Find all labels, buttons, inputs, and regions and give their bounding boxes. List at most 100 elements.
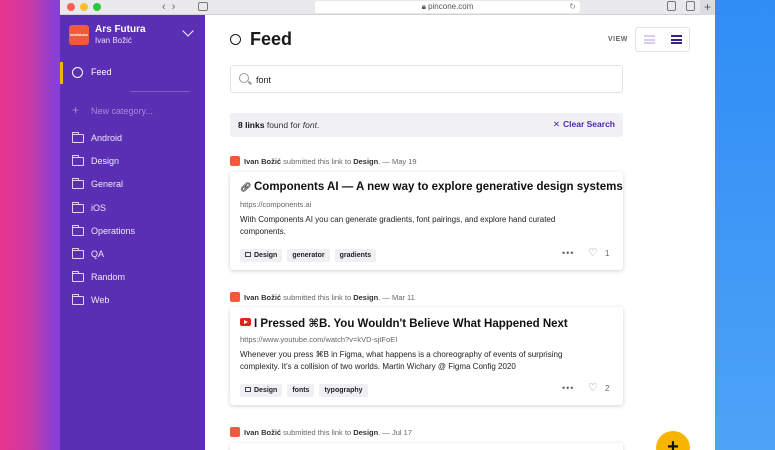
tag[interactable]: fonts [287, 384, 315, 397]
address-bar[interactable]: 🔒︎ pincone.com ↻ [315, 1, 580, 13]
browser-nav: ‹ › [162, 1, 175, 13]
card-tags: Design generator gradients [240, 249, 377, 262]
sidebar-item-web[interactable]: Web [60, 294, 205, 317]
minimize-window-button[interactable] [80, 3, 88, 11]
post-category[interactable]: Design [353, 428, 378, 437]
sidebar-toggle-icon[interactable] [198, 2, 208, 11]
tag[interactable]: generator [287, 249, 330, 262]
heart-icon[interactable]: ♡ [588, 246, 598, 259]
tag-category[interactable]: Design [240, 249, 283, 262]
results-middle-text: found for [264, 120, 303, 130]
close-window-button[interactable] [67, 3, 75, 11]
maximize-window-button[interactable] [93, 3, 101, 11]
post-category[interactable]: Design [353, 157, 378, 166]
search-field[interactable] [230, 65, 623, 93]
workspace-switcher[interactable]: arsfutura Ars Futura Ivan Božić [60, 15, 205, 55]
more-options-icon[interactable]: ••• [562, 383, 574, 393]
post-author[interactable]: Ivan Božić [244, 157, 281, 166]
new-tab-button[interactable]: + [700, 0, 715, 15]
reload-icon[interactable]: ↻ [569, 1, 576, 13]
add-link-button[interactable]: + [656, 431, 690, 450]
view-toggle [635, 27, 690, 52]
search-input[interactable] [256, 71, 606, 88]
folder-icon [72, 178, 84, 190]
results-count: 8 links [238, 120, 265, 130]
post-meta: Ivan Božić submitted this link to Design… [230, 427, 412, 437]
sidebar-item-qa[interactable]: QA [60, 247, 205, 271]
sidebar-item-label: Random [91, 272, 126, 283]
clear-search-button[interactable]: ✕ Clear Search [553, 119, 615, 130]
list-view-icon [670, 35, 682, 44]
grid-view-button[interactable] [636, 28, 663, 51]
folder-icon [72, 132, 84, 143]
avatar [230, 156, 240, 166]
folder-icon [72, 294, 84, 306]
tag[interactable]: typography [319, 384, 368, 397]
sidebar-item-label: QA [91, 248, 105, 259]
post-meta: Ivan Božić submitted this link to Design… [230, 292, 415, 302]
back-icon[interactable]: ‹ [162, 1, 166, 13]
close-icon: ✕ [552, 119, 561, 129]
share-icon[interactable] [667, 1, 676, 11]
folder-icon [72, 155, 84, 167]
tag-label: Design [254, 387, 278, 394]
link-card[interactable]: I Pressed ⌘B. You Wouldn't Believe What … [230, 307, 623, 405]
sidebar-item-label: General [91, 179, 124, 190]
card-title-text: I Pressed ⌘B. You Wouldn't Believe What … [254, 318, 568, 330]
card-description: Whenever you press ⌘B in Figma, what hap… [240, 350, 563, 371]
post-date: . — Jul 17 [378, 428, 412, 437]
search-results-bar: 8 links found for font. ✕ Clear Search [230, 113, 623, 137]
browser-toolbar: ‹ › 🔒︎ pincone.com ↻ [60, 0, 715, 15]
card-title-text: Components AI — A new way to explore gen… [254, 181, 623, 193]
card-url[interactable]: https://www.youtube.com/watch?v=kVD-sjtF… [240, 335, 397, 344]
card-url[interactable]: https://components.ai [240, 200, 311, 209]
post-submitted-text: submitted this link to [281, 428, 354, 437]
post-author[interactable]: Ivan Božić [244, 428, 281, 437]
window-controls [67, 3, 101, 11]
tag-label: Design [254, 252, 278, 259]
sidebar-item-label: Web [91, 295, 110, 306]
card-tags: Design fonts typography [240, 384, 368, 397]
link-card[interactable]: 🔗︎ Components AI — A new way to explore g… [230, 172, 623, 270]
tag[interactable]: gradients [334, 249, 377, 262]
workspace-logo: arsfutura [69, 25, 89, 45]
user-name: Ivan Božić [95, 36, 132, 45]
like-count: 1 [605, 249, 610, 258]
like-count: 2 [605, 384, 610, 393]
plus-icon: + [72, 103, 80, 117]
sidebar-item-ios[interactable]: iOS [60, 201, 205, 225]
new-category-button[interactable]: + New category... [72, 103, 153, 117]
workspace-name: Ars Futura [95, 24, 146, 35]
post-date: . — May 19 [378, 157, 417, 166]
sidebar-item-operations[interactable]: Operations [60, 224, 205, 248]
feed-icon [72, 67, 83, 78]
sidebar-item-label: Design [91, 156, 120, 167]
card-title[interactable]: 🔗︎ Components AI — A new way to explore g… [240, 181, 623, 193]
post-date: . — Mar 11 [378, 293, 415, 302]
tabs-overview-icon[interactable] [686, 1, 695, 11]
sidebar-item-random[interactable]: Random [60, 271, 205, 294]
heart-icon[interactable]: ♡ [588, 381, 598, 394]
folder-icon [72, 271, 84, 283]
more-options-icon[interactable]: ••• [562, 248, 574, 258]
page-title-text: Feed [250, 29, 293, 49]
card-title[interactable]: I Pressed ⌘B. You Wouldn't Believe What … [240, 316, 568, 330]
forward-icon[interactable]: › [172, 1, 176, 13]
link-card[interactable] [230, 443, 623, 450]
sidebar-item-design[interactable]: Design [60, 155, 205, 178]
post-category[interactable]: Design [353, 293, 378, 302]
sidebar-item-general[interactable]: General [60, 178, 205, 201]
post-submitted-text: submitted this link to [281, 293, 354, 302]
lock-icon: 🔒︎ [421, 2, 426, 11]
clear-search-label: Clear Search [563, 119, 615, 129]
chevron-down-icon[interactable] [182, 25, 194, 37]
post-author[interactable]: Ivan Božić [244, 293, 281, 302]
active-indicator [60, 62, 63, 84]
list-view-button[interactable] [663, 28, 690, 51]
folder-icon [245, 252, 251, 257]
sidebar-item-android[interactable]: Android [60, 132, 205, 155]
main-content: Feed VIEW 8 links found for font. ✕Clear… [205, 15, 715, 450]
folder-icon [72, 247, 84, 259]
sidebar-item-feed[interactable]: Feed [60, 62, 205, 84]
tag-category[interactable]: Design [240, 384, 283, 397]
